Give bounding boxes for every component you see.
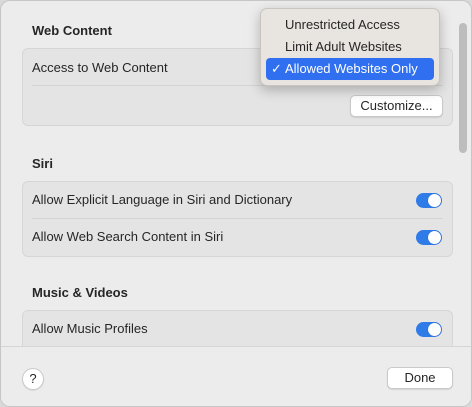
siri-explicit-language-label: Allow Explicit Language in Siri and Dict… [32,192,293,207]
siri-explicit-language-toggle[interactable] [416,193,442,208]
checkmark-icon: ✓ [271,61,282,76]
menu-item-allowed-websites-only[interactable]: ✓ Allowed Websites Only [266,58,434,80]
siri-web-search-row: Allow Web Search Content in Siri [23,219,452,256]
menu-item-label: Limit Adult Websites [285,39,402,54]
web-content-section-title: Web Content [32,23,112,38]
web-content-access-popup-menu: Unrestricted Access Limit Adult Websites… [260,8,440,86]
music-videos-group: Allow Music Profiles [22,310,453,346]
help-button[interactable]: ? [22,368,44,390]
music-videos-section-title: Music & Videos [32,285,128,300]
menu-item-label: Allowed Websites Only [285,61,418,76]
done-button[interactable]: Done [387,367,453,389]
menu-item-label: Unrestricted Access [285,17,400,32]
toggle-knob [428,323,441,336]
siri-explicit-language-row: Allow Explicit Language in Siri and Dict… [23,182,452,219]
toggle-knob [428,194,441,207]
toggle-knob [428,231,441,244]
parental-controls-sheet: Web Content Access to Web Content Custom… [0,0,472,407]
siri-web-search-label: Allow Web Search Content in Siri [32,229,224,244]
vertical-scrollbar[interactable] [459,23,467,153]
menu-item-limit-adult-websites[interactable]: Limit Adult Websites [266,36,434,58]
access-web-content-label: Access to Web Content [32,60,168,75]
music-profiles-row: Allow Music Profiles [23,311,452,346]
siri-section-title: Siri [32,156,53,171]
siri-group: Allow Explicit Language in Siri and Dict… [22,181,453,257]
customize-button[interactable]: Customize... [350,95,443,117]
menu-item-unrestricted-access[interactable]: Unrestricted Access [266,14,434,36]
sheet-footer: ? Done [1,346,471,406]
siri-web-search-toggle[interactable] [416,230,442,245]
music-profiles-label: Allow Music Profiles [32,321,148,336]
music-profiles-toggle[interactable] [416,322,442,337]
